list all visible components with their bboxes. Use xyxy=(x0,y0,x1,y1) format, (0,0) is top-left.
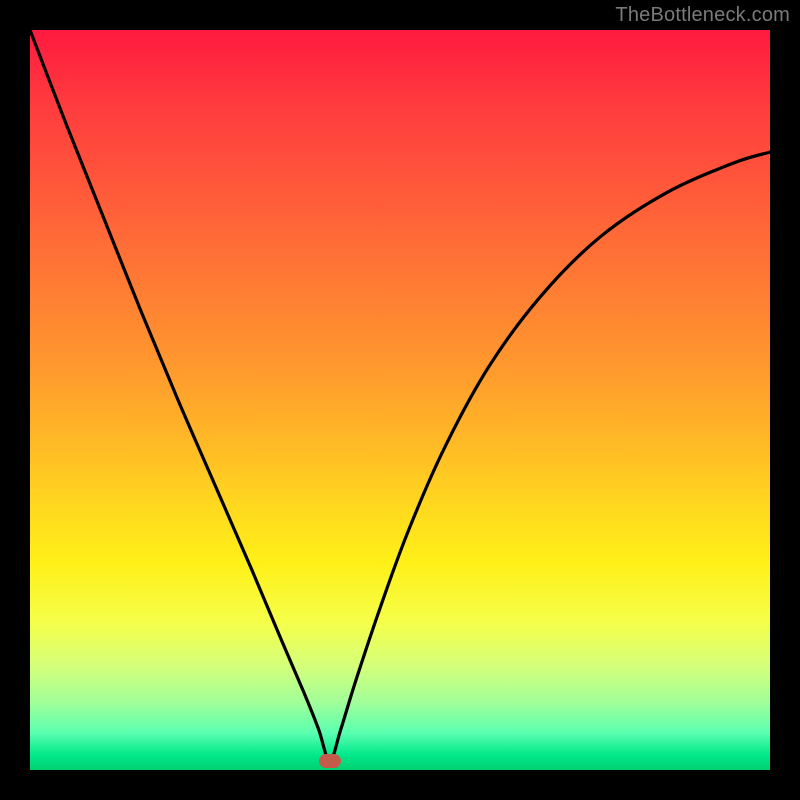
watermark-text: TheBottleneck.com xyxy=(615,4,790,27)
bottleneck-curve xyxy=(30,30,770,770)
minimum-marker xyxy=(319,754,341,768)
plot-area xyxy=(30,30,770,770)
chart-frame: TheBottleneck.com xyxy=(0,0,800,800)
